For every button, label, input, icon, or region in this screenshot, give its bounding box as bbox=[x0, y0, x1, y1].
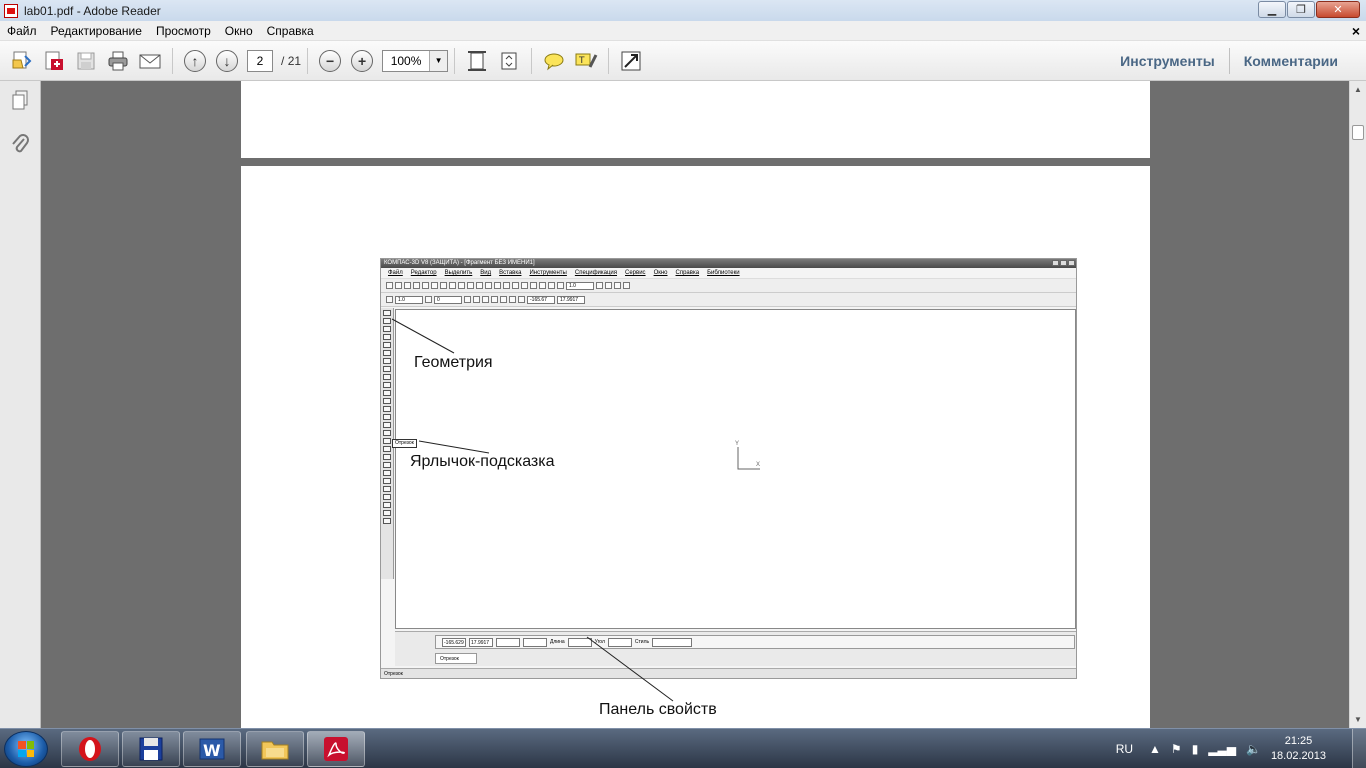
add-comment-button[interactable] bbox=[539, 46, 569, 76]
taskbar-opera[interactable] bbox=[61, 731, 119, 767]
menu-file[interactable]: Файл bbox=[0, 24, 44, 38]
next-page-button[interactable]: ↓ bbox=[212, 46, 242, 76]
page-total: / 21 bbox=[281, 54, 301, 68]
menu-help[interactable]: Справка bbox=[260, 24, 321, 38]
scroll-down-arrow-icon[interactable]: ▼ bbox=[1350, 711, 1366, 728]
word-icon: W bbox=[199, 738, 225, 760]
scrollbar-thumb[interactable] bbox=[1352, 125, 1364, 140]
callout-properties-panel: Панель свойств bbox=[599, 701, 717, 718]
folder-icon bbox=[261, 741, 289, 760]
adobe-reader-icon bbox=[324, 737, 348, 761]
zoom-out-button[interactable]: − bbox=[315, 46, 345, 76]
expand-icon bbox=[621, 51, 641, 70]
action-center-flag-icon[interactable]: ⚑ bbox=[1171, 742, 1182, 756]
fit-page-icon bbox=[501, 52, 517, 69]
page-count: 21 bbox=[287, 53, 302, 68]
svg-text:W: W bbox=[203, 741, 221, 760]
create-pdf-icon bbox=[45, 51, 63, 70]
taskbar-adobe-reader[interactable] bbox=[307, 731, 365, 767]
pdf-page-1 bbox=[241, 81, 1150, 158]
menu-edit[interactable]: Редактирование bbox=[44, 24, 149, 38]
system-tray: RU ▲ ⚑ ▮ ▂▃▅ 🔈 21:25 18.02.2013 bbox=[1116, 729, 1366, 768]
main-toolbar: ↑ ↓ 2 / 21 − + 100% ▼ T Инструменты Комм… bbox=[0, 41, 1366, 81]
menu-view[interactable]: Просмотр bbox=[149, 24, 218, 38]
document-view[interactable]: КОМПАС-3D V8 (ЗАЩИТА) - [Фрагмент БЕЗ ИМ… bbox=[41, 81, 1349, 728]
fit-page-button[interactable] bbox=[494, 46, 524, 76]
fullscreen-button[interactable] bbox=[616, 46, 646, 76]
toolbar-separator bbox=[454, 47, 456, 74]
page-thumbnails-icon[interactable] bbox=[9, 88, 31, 112]
windows-logo-icon bbox=[18, 741, 34, 757]
zoom-value: 100% bbox=[390, 53, 422, 68]
pdf-page-2: КОМПАС-3D V8 (ЗАЩИТА) - [Фрагмент БЕЗ ИМ… bbox=[241, 166, 1150, 728]
minimize-button[interactable]: ▁ bbox=[1258, 1, 1286, 18]
save-button[interactable] bbox=[71, 46, 101, 76]
save-disk-icon bbox=[77, 52, 95, 69]
printer-icon bbox=[108, 51, 128, 70]
window-controls: ▁ ❐ ✕ bbox=[1258, 1, 1360, 18]
chevron-down-icon: ▼ bbox=[429, 50, 448, 71]
close-button[interactable]: ✕ bbox=[1316, 1, 1360, 18]
fit-width-button[interactable] bbox=[462, 46, 492, 76]
callout-lines bbox=[391, 318, 674, 702]
paperclip-icon[interactable] bbox=[9, 132, 31, 156]
envelope-icon bbox=[139, 54, 161, 68]
toolbar-separator bbox=[608, 47, 610, 74]
scroll-up-arrow-icon[interactable]: ▲ bbox=[1350, 81, 1366, 98]
previous-page-button[interactable]: ↑ bbox=[180, 46, 210, 76]
svg-text:T: T bbox=[578, 56, 585, 66]
clock-time: 21:25 bbox=[1284, 735, 1313, 747]
speech-bubble-icon bbox=[544, 53, 564, 70]
taskbar-explorer[interactable] bbox=[246, 731, 304, 767]
restore-button[interactable]: ❐ bbox=[1287, 1, 1315, 18]
email-button[interactable] bbox=[135, 46, 165, 76]
tools-pane-button[interactable]: Инструменты bbox=[1106, 53, 1229, 69]
open-folder-icon bbox=[12, 51, 32, 68]
task-panes: Инструменты Комментарии bbox=[1106, 41, 1352, 81]
arrow-down-icon: ↓ bbox=[216, 49, 238, 72]
volume-icon[interactable]: 🔈 bbox=[1246, 742, 1261, 756]
language-indicator[interactable]: RU bbox=[1116, 742, 1133, 756]
taskbar-save-app[interactable] bbox=[122, 731, 180, 767]
callout-tooltip: Ярлычок-подсказка bbox=[410, 453, 555, 470]
minus-icon: − bbox=[319, 49, 342, 72]
callout-geometry: Геометрия bbox=[414, 354, 493, 371]
start-button[interactable] bbox=[4, 731, 48, 767]
print-button[interactable] bbox=[103, 46, 133, 76]
pdf-app-icon bbox=[4, 3, 18, 18]
taskbar-word[interactable]: W bbox=[183, 731, 241, 767]
system-clock[interactable]: 21:25 18.02.2013 bbox=[1271, 734, 1326, 764]
toolbar-separator bbox=[172, 47, 173, 74]
power-icon[interactable]: ▮ bbox=[1192, 742, 1199, 756]
vertical-scrollbar[interactable]: ▲ ▼ bbox=[1349, 81, 1366, 728]
zoom-dropdown[interactable]: 100% ▼ bbox=[382, 49, 449, 72]
comments-pane-button[interactable]: Комментарии bbox=[1230, 53, 1352, 69]
opera-icon bbox=[79, 737, 101, 761]
arrow-up-icon: ↑ bbox=[184, 49, 206, 72]
floppy-disk-icon bbox=[139, 737, 163, 761]
highlight-pen-icon: T bbox=[575, 53, 598, 68]
plus-icon: + bbox=[351, 49, 374, 72]
document-close-icon[interactable]: × bbox=[1352, 23, 1360, 39]
menu-window[interactable]: Окно bbox=[218, 24, 260, 38]
highlight-button[interactable]: T bbox=[571, 46, 601, 76]
open-button[interactable] bbox=[7, 46, 37, 76]
toolbar-separator bbox=[307, 47, 309, 74]
window-title: lab01.pdf - Adobe Reader bbox=[24, 3, 161, 18]
navigation-pane bbox=[0, 81, 41, 728]
toolbar-separator bbox=[531, 47, 533, 74]
tray-expand-icon[interactable]: ▲ bbox=[1149, 742, 1161, 756]
zoom-in-button[interactable]: + bbox=[347, 46, 377, 76]
windows-taskbar: W RU ▲ ⚑ ▮ ▂▃▅ 🔈 21:25 18.02.2013 bbox=[0, 728, 1366, 768]
page-separator: / bbox=[281, 53, 285, 68]
create-pdf-button[interactable] bbox=[39, 46, 69, 76]
network-signal-icon[interactable]: ▂▃▅ bbox=[1208, 742, 1236, 756]
clock-date: 18.02.2013 bbox=[1270, 750, 1326, 762]
show-desktop-button[interactable] bbox=[1352, 729, 1366, 768]
menu-bar: Файл Редактирование Просмотр Окно Справк… bbox=[0, 21, 1366, 41]
page-number-input[interactable]: 2 bbox=[247, 49, 273, 72]
fit-width-icon bbox=[468, 50, 487, 71]
title-bar: lab01.pdf - Adobe Reader ▁ ❐ ✕ bbox=[0, 0, 1366, 21]
